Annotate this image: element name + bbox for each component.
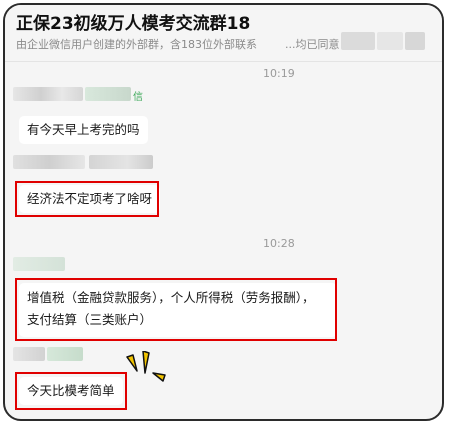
message-text-line: 支付结算（三类账户） (27, 312, 153, 327)
header-avatar-blur (377, 32, 403, 50)
message-bubble[interactable]: 增值税（金融贷款服务），个人所得税（劳务报酬）， 支付结算（三类账户） (19, 283, 337, 337)
sender-tag: 信 (133, 92, 143, 103)
chat-window: 正保23初级万人模考交流群18 由企业微信用户创建的外部群，含183位外部联系 … (3, 3, 444, 421)
message-bubble[interactable]: 今天比模考简单 (19, 377, 123, 405)
header-divider (5, 61, 442, 62)
emphasis-burst-icon (126, 351, 166, 382)
group-subtitle: 由企业微信用户创建的外部群，含183位外部联系 (16, 38, 257, 51)
sender-name-blur (89, 155, 153, 169)
sender-name-blur (85, 87, 131, 101)
sender-name-blur (13, 155, 85, 169)
message-text: 今天比模考简单 (27, 383, 115, 398)
message-text: 有今天早上考完的吗 (27, 122, 140, 137)
sender-name-blur (13, 87, 83, 101)
sender-name-blur (13, 257, 65, 271)
timestamp: 10:28 (263, 237, 295, 250)
group-title: 正保23初级万人模考交流群18 (16, 14, 251, 34)
sender-name-blur (13, 347, 45, 361)
message-bubble[interactable]: 有今天早上考完的吗 (19, 116, 148, 144)
header-avatar-blur (341, 32, 375, 50)
timestamp: 10:19 (263, 67, 295, 80)
group-subtitle-tail: ...均已同意 (285, 38, 340, 51)
message-text: 经济法不定项考了啥呀 (27, 191, 153, 206)
header-avatar-blur (405, 32, 425, 50)
sender-name-blur (47, 347, 83, 361)
message-bubble[interactable]: 经济法不定项考了啥呀 (19, 185, 161, 213)
message-text-line: 增值税（金融贷款服务），个人所得税（劳务报酬）， (27, 290, 315, 305)
chat-header: 正保23初级万人模考交流群18 由企业微信用户创建的外部群，含183位外部联系 … (5, 5, 442, 61)
